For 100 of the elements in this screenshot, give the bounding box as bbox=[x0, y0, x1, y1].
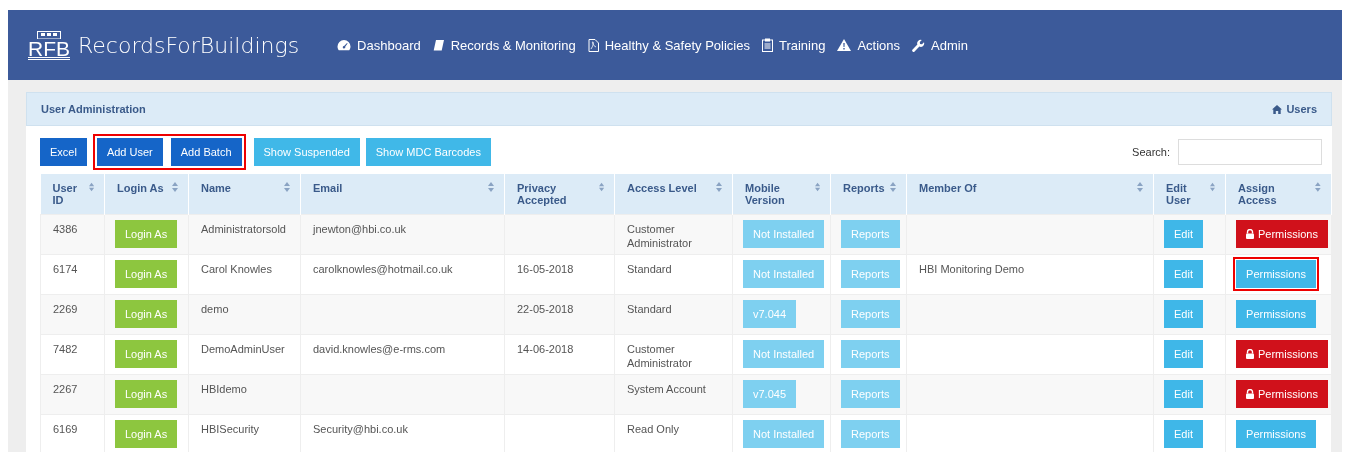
sort-icon[interactable] bbox=[598, 182, 604, 192]
lock-icon bbox=[1246, 389, 1254, 399]
edit-button[interactable]: Edit bbox=[1164, 300, 1203, 328]
table-cell: Carol Knowles bbox=[188, 254, 301, 295]
column-title: Login As bbox=[117, 182, 164, 194]
sort-icon[interactable] bbox=[716, 182, 722, 192]
mobile-version-button[interactable]: v7.044 bbox=[743, 300, 797, 328]
edit-button[interactable]: Edit bbox=[1164, 220, 1203, 248]
table-cell: DemoAdminUser bbox=[188, 334, 301, 375]
login-as-button[interactable]: Login As bbox=[115, 340, 178, 368]
sort-icon[interactable] bbox=[488, 182, 494, 192]
dashboard-icon bbox=[337, 39, 352, 51]
table-cell: 7482 bbox=[40, 334, 105, 375]
table-cell: Administratorsold bbox=[188, 214, 301, 255]
edit-button[interactable]: Edit bbox=[1164, 420, 1203, 448]
wrench-icon bbox=[912, 38, 926, 52]
nav-link[interactable]: Training bbox=[761, 37, 826, 53]
reports-button[interactable]: Reports bbox=[841, 340, 900, 368]
table-cell: jnewton@hbi.co.uk bbox=[300, 214, 505, 255]
table-cell: HBIdemo bbox=[188, 374, 301, 415]
table-cell: Customer Administrator bbox=[614, 334, 733, 375]
table-cell: Standard bbox=[614, 294, 733, 335]
sort-icon[interactable] bbox=[284, 182, 290, 192]
sort-icon[interactable] bbox=[172, 182, 178, 192]
logo-mark: RFB bbox=[28, 38, 70, 59]
nav-link[interactable]: Admin bbox=[912, 37, 968, 53]
nav-link[interactable]: Records & Monitoring bbox=[432, 37, 576, 53]
table-cell: 2269 bbox=[40, 294, 105, 335]
permissions-button[interactable]: Permissions bbox=[1236, 340, 1328, 368]
mobile-version-button[interactable]: Not Installed bbox=[743, 260, 825, 288]
pdf-file-icon bbox=[587, 38, 599, 52]
nav-link[interactable]: Healthy & Safety Policies bbox=[587, 37, 750, 53]
clipboard-icon bbox=[761, 38, 773, 52]
table-cell: 14-06-2018 bbox=[504, 334, 615, 375]
toolbar-button[interactable]: Add Batch bbox=[170, 138, 242, 166]
table-cell: 2267 bbox=[40, 374, 105, 415]
login-as-button[interactable]: Login As bbox=[115, 220, 178, 248]
column-title: Mobile Version bbox=[745, 182, 786, 206]
login-as-button[interactable]: Login As bbox=[115, 300, 178, 328]
table-cell: Standard bbox=[614, 254, 733, 295]
table-cell: david.knowles@e-rms.com bbox=[300, 334, 505, 375]
edit-button[interactable]: Edit bbox=[1164, 340, 1203, 368]
nav-link[interactable]: Actions bbox=[837, 37, 901, 53]
column-title: User ID bbox=[52, 182, 78, 206]
reports-button[interactable]: Reports bbox=[841, 260, 900, 288]
mobile-version-button[interactable]: Not Installed bbox=[743, 420, 825, 448]
mobile-version-button[interactable]: v7.045 bbox=[743, 380, 797, 408]
toolbar-button[interactable]: Add User bbox=[96, 138, 163, 166]
warning-icon bbox=[837, 39, 852, 51]
sort-icon[interactable] bbox=[1137, 182, 1143, 192]
column-title: Privacy Accepted bbox=[517, 182, 568, 206]
reports-button[interactable]: Reports bbox=[841, 300, 900, 328]
permissions-button[interactable]: Permissions bbox=[1236, 260, 1316, 288]
sort-icon[interactable] bbox=[814, 182, 820, 192]
table-cell: HBI Monitoring Demo bbox=[906, 254, 1154, 295]
toolbar-button[interactable]: Show Suspended bbox=[253, 138, 360, 166]
table-cell: System Account bbox=[614, 374, 733, 415]
column-title: Email bbox=[313, 182, 343, 194]
table-cell: 6169 bbox=[40, 414, 105, 452]
sort-icon[interactable] bbox=[88, 182, 94, 192]
column-title: Assign Access bbox=[1238, 182, 1278, 206]
table-cell: 16-05-2018 bbox=[504, 254, 615, 295]
permissions-button[interactable]: Permissions bbox=[1236, 300, 1316, 328]
column-title: Access Level bbox=[627, 182, 697, 194]
breadcrumb-link[interactable]: Users bbox=[1272, 103, 1317, 115]
column-title: Edit User bbox=[1166, 182, 1192, 206]
edit-button[interactable]: Edit bbox=[1164, 380, 1203, 408]
home-icon bbox=[1272, 104, 1283, 114]
panel-title: User Administration bbox=[41, 103, 146, 115]
table-cell: carolknowles@hotmail.co.uk bbox=[300, 254, 505, 295]
lock-icon bbox=[1246, 349, 1254, 359]
edit-button[interactable]: Edit bbox=[1164, 260, 1203, 288]
mobile-version-button[interactable]: Not Installed bbox=[743, 340, 825, 368]
permissions-button[interactable]: Permissions bbox=[1236, 380, 1328, 408]
search-field[interactable] bbox=[1178, 139, 1322, 165]
nav-link[interactable]: Dashboard bbox=[337, 37, 421, 53]
table-cell: Customer Administrator bbox=[614, 214, 733, 255]
reports-button[interactable]: Reports bbox=[841, 220, 900, 248]
login-as-button[interactable]: Login As bbox=[115, 380, 178, 408]
table-cell: 6174 bbox=[40, 254, 105, 295]
sort-icon[interactable] bbox=[1315, 182, 1321, 192]
toolbar-button[interactable]: Show MDC Barcodes bbox=[365, 138, 491, 166]
brand-name: RecordsForBuildings bbox=[78, 32, 300, 58]
table-cell: 4386 bbox=[40, 214, 105, 255]
sort-icon[interactable] bbox=[890, 182, 896, 192]
permissions-button[interactable]: Permissions bbox=[1236, 420, 1316, 448]
login-as-button[interactable]: Login As bbox=[115, 260, 178, 288]
reports-button[interactable]: Reports bbox=[841, 420, 900, 448]
reports-button[interactable]: Reports bbox=[841, 380, 900, 408]
login-as-button[interactable]: Login As bbox=[115, 420, 178, 448]
column-title: Reports bbox=[843, 182, 885, 194]
mobile-version-button[interactable]: Not Installed bbox=[743, 220, 825, 248]
building-icon bbox=[37, 30, 61, 39]
lock-icon bbox=[1246, 229, 1254, 239]
sort-icon[interactable] bbox=[1210, 182, 1215, 192]
table-cell: demo bbox=[188, 294, 301, 335]
column-title: Name bbox=[201, 182, 231, 194]
permissions-button[interactable]: Permissions bbox=[1236, 220, 1328, 248]
toolbar-button[interactable]: Excel bbox=[40, 138, 87, 166]
table-cell: 22-05-2018 bbox=[504, 294, 615, 335]
